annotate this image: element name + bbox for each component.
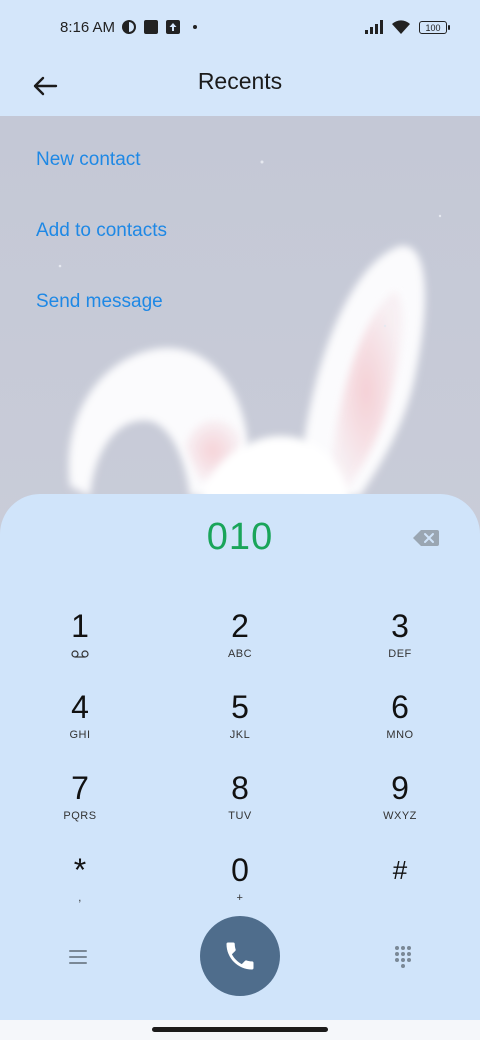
dial-key-8[interactable]: 8 TUV: [170, 770, 310, 848]
key-letters: DEF: [388, 648, 412, 660]
dial-key-6[interactable]: 6 MNO: [330, 689, 470, 767]
wifi-icon: [392, 20, 410, 34]
signal-icon: [365, 20, 383, 34]
add-to-contacts-link[interactable]: Add to contacts: [36, 220, 167, 242]
key-letters: WXYZ: [383, 810, 417, 822]
status-time: 8:16 AM: [60, 19, 116, 36]
menu-icon[interactable]: [62, 941, 94, 973]
dial-key-5[interactable]: 5 JKL: [170, 689, 310, 767]
dial-key-star[interactable]: * ,: [10, 852, 150, 930]
call-button[interactable]: [200, 916, 280, 996]
dial-key-1[interactable]: 1: [10, 608, 150, 686]
key-digit: 3: [391, 608, 409, 644]
key-digit: 9: [391, 770, 409, 806]
more-notifications-dot: [193, 25, 197, 29]
voicemail-icon: [71, 650, 89, 658]
key-digit: 0: [231, 852, 249, 888]
dial-key-2[interactable]: 2 ABC: [170, 608, 310, 686]
key-letters: ,: [78, 892, 82, 904]
send-message-link[interactable]: Send message: [36, 291, 163, 313]
key-letters: GHI: [69, 729, 91, 741]
key-letters: TUV: [228, 810, 252, 822]
vpn-icon: [122, 20, 136, 34]
key-letters: +: [236, 892, 244, 904]
dial-key-hash[interactable]: #: [330, 852, 470, 930]
key-digit: 2: [231, 608, 249, 644]
key-digit: 6: [391, 689, 409, 725]
key-digit: 1: [71, 608, 89, 644]
key-digit: *: [73, 852, 87, 888]
new-contact-link[interactable]: New contact: [36, 149, 141, 171]
dial-key-3[interactable]: 3 DEF: [330, 608, 470, 686]
page-title: Recents: [197, 68, 283, 94]
key-digit: 4: [71, 689, 89, 725]
key-digit: 7: [71, 770, 89, 806]
square-notification-icon: [144, 20, 158, 34]
app-bar: Recents: [0, 56, 480, 116]
upload-icon: [166, 20, 180, 34]
key-letters: ABC: [227, 648, 253, 660]
key-digit: 5: [231, 689, 249, 725]
dialpad-toggle-icon[interactable]: [388, 941, 418, 971]
dial-key-7[interactable]: 7 PQRS: [10, 770, 150, 848]
home-indicator[interactable]: [152, 1027, 328, 1032]
key-letters: JKL: [229, 729, 251, 741]
dial-key-4[interactable]: 4 GHI: [10, 689, 150, 767]
dialed-number[interactable]: 010: [0, 516, 480, 559]
status-bar: 8:16 AM 100: [0, 0, 480, 56]
dialpad-panel: 010 1 2 ABC 3 DEF 4 GHI 5 JKL 6 MNO 7 PQ…: [0, 494, 480, 1020]
key-digit: 8: [231, 770, 249, 806]
key-letters: MNO: [386, 729, 414, 741]
battery-indicator: 100: [419, 21, 450, 34]
phone-icon: [226, 942, 254, 970]
key-digit: #: [392, 855, 408, 885]
backspace-icon[interactable]: [412, 528, 440, 548]
dial-key-9[interactable]: 9 WXYZ: [330, 770, 470, 848]
key-letters: PQRS: [63, 810, 97, 822]
gesture-nav-bar: [0, 1020, 480, 1040]
